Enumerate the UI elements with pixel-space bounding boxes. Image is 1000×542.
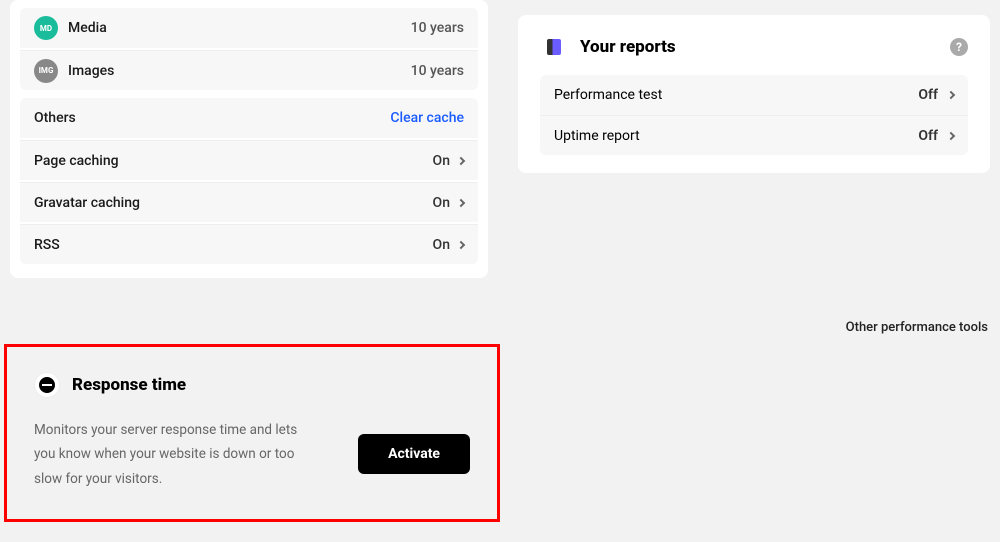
report-value: Off bbox=[918, 87, 938, 103]
row-value: On bbox=[433, 237, 450, 253]
row-label: Page caching bbox=[34, 153, 119, 169]
chevron-right-icon bbox=[457, 198, 465, 206]
row-label: Gravatar caching bbox=[34, 195, 140, 211]
cache-row-page-caching[interactable]: Page caching On bbox=[20, 140, 478, 180]
row-label: RSS bbox=[34, 237, 60, 253]
others-header-row: Others Clear cache bbox=[20, 98, 478, 138]
help-icon[interactable]: ? bbox=[950, 38, 968, 56]
chevron-right-icon bbox=[457, 156, 465, 164]
row-label: Images bbox=[68, 63, 114, 79]
cache-row-images[interactable]: IMG Images 10 years bbox=[20, 50, 478, 90]
cache-row-media[interactable]: MD Media 10 years bbox=[20, 8, 478, 48]
images-icon: IMG bbox=[34, 59, 58, 83]
report-row-uptime[interactable]: Uptime report Off bbox=[540, 115, 968, 155]
media-icon: MD bbox=[34, 16, 58, 40]
row-value: On bbox=[433, 195, 450, 211]
row-value: On bbox=[433, 153, 450, 169]
reports-card: Your reports ? Performance test Off Upti… bbox=[518, 15, 990, 173]
row-label: Media bbox=[68, 20, 107, 36]
others-label: Others bbox=[34, 110, 76, 126]
reports-icon bbox=[540, 33, 568, 61]
chevron-right-icon bbox=[947, 91, 955, 99]
reports-title: Your reports bbox=[580, 37, 676, 57]
chevron-right-icon bbox=[947, 131, 955, 139]
report-label: Uptime report bbox=[554, 128, 640, 144]
cache-row-gravatar-caching[interactable]: Gravatar caching On bbox=[20, 182, 478, 222]
report-label: Performance test bbox=[554, 87, 662, 103]
row-value: 10 years bbox=[411, 20, 464, 36]
row-value: 10 years bbox=[411, 63, 464, 79]
report-value: Off bbox=[918, 128, 938, 144]
report-row-performance-test[interactable]: Performance test Off bbox=[540, 75, 968, 115]
clear-cache-link[interactable]: Clear cache bbox=[390, 110, 464, 126]
chevron-right-icon bbox=[457, 240, 465, 248]
other-performance-tools-label: Other performance tools bbox=[846, 320, 988, 335]
cache-row-rss[interactable]: RSS On bbox=[20, 224, 478, 264]
highlight-annotation bbox=[4, 344, 500, 522]
